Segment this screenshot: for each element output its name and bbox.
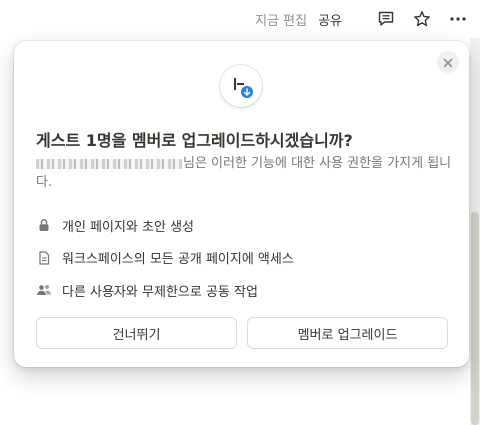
dialog-title: 게스트 1명을 멤버로 업그레이드하시겠습니까? (36, 131, 353, 150)
feature-label: 개인 페이지와 초안 생성 (62, 219, 194, 235)
redacted-user-email (36, 158, 182, 169)
feature-item-private-pages: 개인 페이지와 초안 생성 (36, 209, 456, 242)
background-page-edge (0, 133, 14, 173)
feature-item-collaboration: 다른 사용자와 무제한으로 공동 작업 (36, 274, 456, 307)
close-button[interactable] (437, 51, 459, 73)
feature-label: 다른 사용자와 무제한으로 공동 작업 (62, 284, 258, 300)
close-icon (443, 53, 453, 72)
upgrade-guest-dialog: 게스트 1명을 멤버로 업그레이드하시겠습니까? 님은 이러한 기능에 대한 사… (14, 41, 469, 367)
document-icon (36, 250, 52, 266)
more-icon[interactable] (448, 9, 468, 29)
dialog-description: 님은 이러한 기능에 대한 사용 권한을 가지게 됩니다. (36, 154, 452, 192)
page: 지금 편집 공유 게스트 1명을 멤버로 업그레이드하시겠습니까? 님은 이러한… (0, 0, 480, 425)
edited-status: 지금 편집 (255, 13, 308, 29)
comment-icon[interactable] (376, 9, 396, 29)
top-bar: 지금 편집 공유 (0, 0, 480, 38)
feature-list: 개인 페이지와 초안 생성 워크스페이스의 모든 공개 페이지에 액세스 다른 … (36, 209, 456, 307)
people-icon (36, 282, 52, 298)
share-button[interactable]: 공유 (318, 10, 342, 29)
skip-button[interactable]: 건너뛰기 (36, 317, 237, 349)
upgrade-to-member-button[interactable]: 멤버로 업그레이드 (247, 317, 448, 349)
upgrade-member-icon (220, 65, 262, 107)
scrollbar-thumb[interactable] (471, 212, 479, 425)
star-icon[interactable] (412, 9, 432, 29)
lock-icon (36, 217, 52, 233)
feature-item-public-pages: 워크스페이스의 모든 공개 페이지에 액세스 (36, 242, 456, 275)
feature-label: 워크스페이스의 모든 공개 페이지에 액세스 (62, 252, 294, 268)
